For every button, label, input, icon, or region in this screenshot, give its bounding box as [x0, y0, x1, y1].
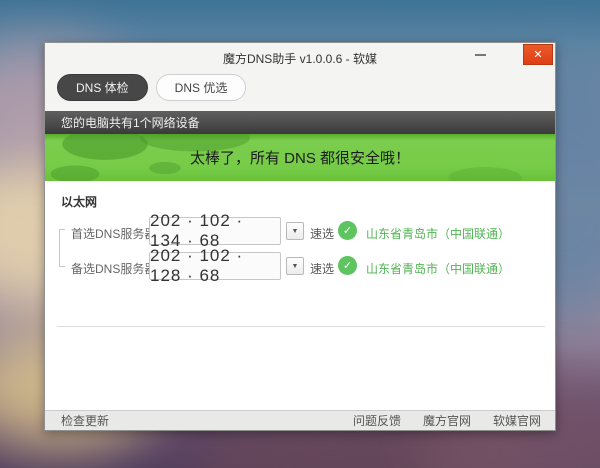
tab-dns-optimize[interactable]: DNS 优选 — [156, 74, 247, 101]
status-text: 您的电脑共有1个网络设备 — [61, 114, 200, 131]
secondary-dns-label: 备选DNS服务器 — [71, 260, 156, 277]
minimize-button[interactable] — [467, 44, 493, 65]
adapter-section-title: 以太网 — [61, 193, 97, 210]
primary-quick-select-link[interactable]: 速选 — [310, 225, 334, 242]
close-button[interactable]: ✕ — [523, 44, 553, 65]
tab-dns-checkup[interactable]: DNS 体检 — [57, 74, 148, 101]
dns-row: 备选DNS服务器 202 · 102 · 128 · 68 ▼ 速选 ✓ 山东省… — [45, 252, 555, 280]
footer-links: 问题反馈 魔方官网 软媒官网 — [353, 412, 541, 429]
primary-dns-dropdown-button[interactable]: ▼ — [286, 222, 304, 240]
chevron-down-icon: ▼ — [292, 228, 299, 235]
footer-bar: 检查更新 问题反馈 魔方官网 软媒官网 — [45, 410, 555, 430]
dns-row: 首选DNS服务器 202 · 102 · 134 · 68 ▼ 速选 ✓ 山东省… — [45, 217, 555, 245]
secondary-quick-select-link[interactable]: 速选 — [310, 260, 334, 277]
check-glyph: ✓ — [343, 259, 352, 272]
section-divider — [57, 326, 545, 327]
secondary-dns-location: 山东省青岛市（中国联通） — [366, 260, 510, 277]
close-icon: ✕ — [533, 48, 542, 61]
result-banner: 太棒了，所有 DNS 都很安全哦！ — [45, 134, 555, 181]
ip-value: 202 · 102 · 134 · 68 — [150, 211, 280, 251]
title-bar[interactable]: 魔方DNS助手 v1.0.0.6 - 软媒 ✕ — [45, 43, 555, 71]
check-update-link[interactable]: 检查更新 — [61, 412, 109, 429]
primary-dns-label: 首选DNS服务器 — [71, 225, 156, 242]
ip-value: 202 · 102 · 128 · 68 — [150, 246, 280, 286]
tab-label: DNS 优选 — [175, 79, 228, 96]
safe-check-icon: ✓ — [338, 256, 357, 275]
tab-label: DNS 体检 — [76, 79, 129, 96]
chevron-down-icon: ▼ — [292, 263, 299, 270]
content-area: 以太网 首选DNS服务器 202 · 102 · 134 · 68 ▼ 速选 ✓… — [45, 181, 555, 412]
banner-message: 太棒了，所有 DNS 都很安全哦！ — [190, 147, 410, 168]
feedback-link[interactable]: 问题反馈 — [353, 412, 401, 429]
status-bar: 您的电脑共有1个网络设备 — [45, 111, 555, 134]
app-window: 魔方DNS助手 v1.0.0.6 - 软媒 ✕ DNS 体检 DNS 优选 您的… — [44, 42, 556, 431]
check-glyph: ✓ — [343, 224, 352, 237]
minimize-icon — [475, 54, 486, 56]
primary-dns-location: 山东省青岛市（中国联通） — [366, 225, 510, 242]
ruanmei-site-link[interactable]: 软媒官网 — [493, 412, 541, 429]
mofang-site-link[interactable]: 魔方官网 — [423, 412, 471, 429]
tab-bar: DNS 体检 DNS 优选 — [57, 74, 246, 101]
primary-dns-input[interactable]: 202 · 102 · 134 · 68 — [149, 217, 281, 245]
secondary-dns-input[interactable]: 202 · 102 · 128 · 68 — [149, 252, 281, 280]
secondary-dns-dropdown-button[interactable]: ▼ — [286, 257, 304, 275]
safe-check-icon: ✓ — [338, 221, 357, 240]
